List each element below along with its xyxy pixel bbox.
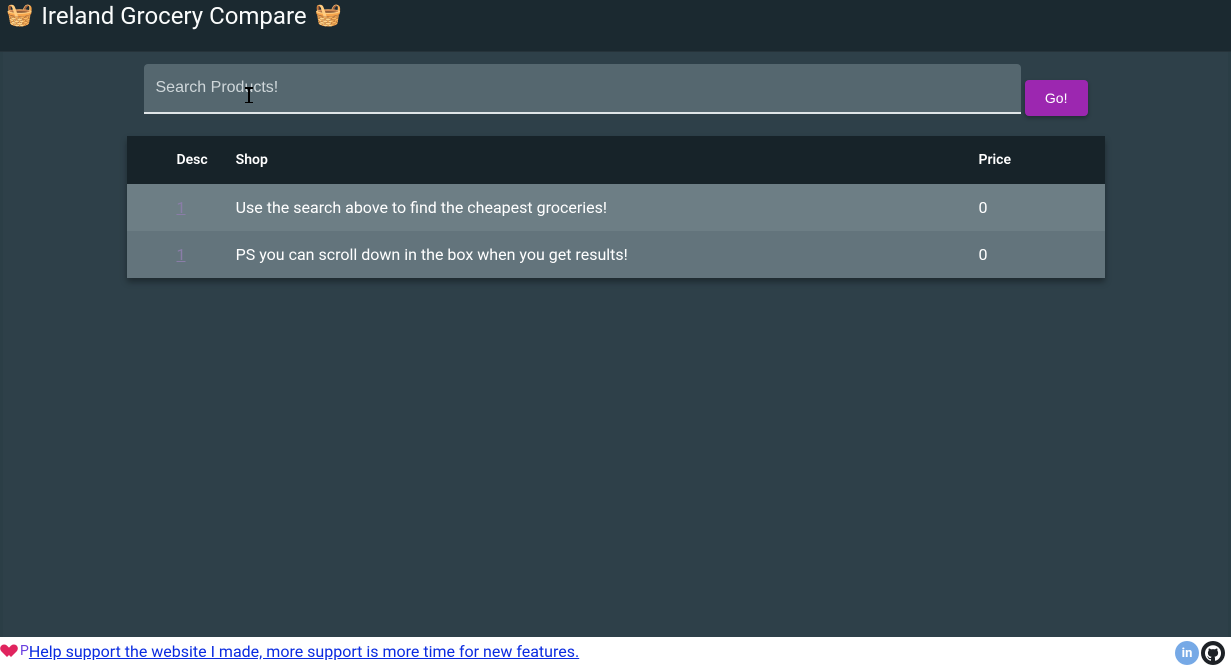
row-shop-cell: PS you can scroll down in the box when y… [222, 231, 965, 278]
github-icon[interactable] [1201, 641, 1225, 665]
footer-bar: P Help support the website I made, more … [0, 637, 1231, 665]
col-price-header: Price [965, 136, 1105, 184]
basket-icon: 🧺 [6, 5, 33, 27]
results-table: Desc Shop Price 1 Use the search above t… [127, 136, 1105, 278]
search-input[interactable] [144, 64, 1021, 114]
inner-panel: Go! Desc Shop Price 1 Use the search abo… [3, 52, 1228, 637]
row-shop-cell: Use the search above to find the cheapes… [222, 184, 965, 231]
title-text: Ireland Grocery Compare [41, 4, 306, 28]
footer-icons: in [1175, 641, 1225, 665]
go-button[interactable]: Go! [1025, 80, 1088, 116]
footer-purple-char: P [20, 643, 29, 659]
row-desc-link[interactable]: 1 [177, 245, 186, 264]
table-header-row: Desc Shop Price [127, 136, 1105, 184]
col-desc-header: Desc [127, 136, 222, 184]
col-shop-header: Shop [222, 136, 965, 184]
linkedin-icon[interactable]: in [1175, 641, 1199, 665]
page-title: 🧺 Ireland Grocery Compare 🧺 [6, 4, 342, 28]
row-price-cell: 0 [965, 231, 1105, 278]
table-row: 1 Use the search above to find the cheap… [127, 184, 1105, 231]
basket-icon: 🧺 [315, 5, 342, 27]
row-price-cell: 0 [965, 184, 1105, 231]
heart-icon [0, 645, 20, 657]
top-bar: 🧺 Ireland Grocery Compare 🧺 [0, 0, 1231, 52]
content-area: Go! Desc Shop Price 1 Use the search abo… [0, 52, 1231, 665]
support-link[interactable]: Help support the website I made, more su… [29, 642, 579, 661]
search-row: Go! [144, 64, 1088, 114]
row-desc-link[interactable]: 1 [177, 198, 186, 217]
table-row: 1 PS you can scroll down in the box when… [127, 231, 1105, 278]
